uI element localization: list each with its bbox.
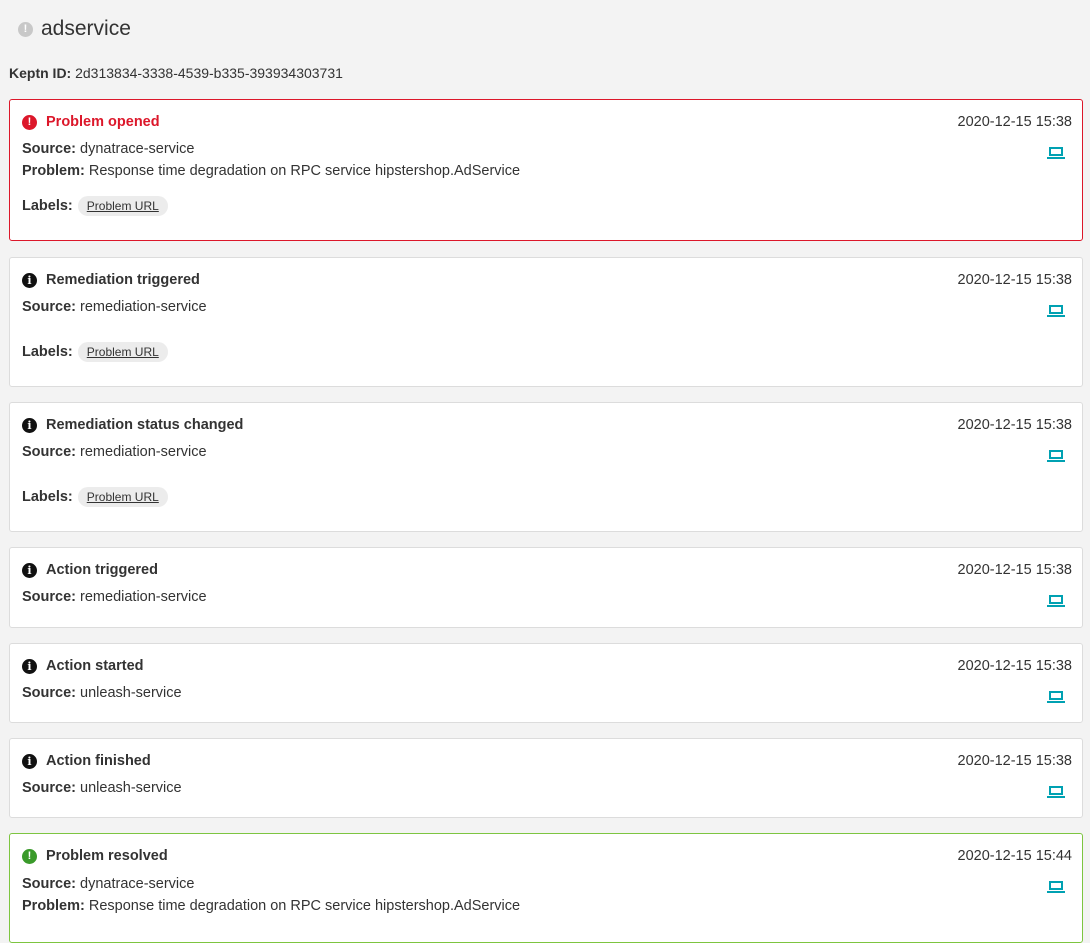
event-problem: Problem: Response time degradation on RP… [22, 898, 521, 914]
problem-url-link[interactable]: Problem URL [77, 342, 168, 362]
page-header: ! adservice [18, 17, 131, 41]
laptop-icon[interactable] [1047, 449, 1065, 463]
event-time: 2020-12-15 15:38 [957, 753, 1073, 769]
event-title: Problem resolved [46, 848, 168, 864]
event-source: Source: remediation-service [22, 444, 207, 460]
event-time: 2020-12-15 15:38 [957, 562, 1073, 578]
event-source: Source: remediation-service [22, 299, 207, 315]
event-card: i Action started 2020-12-15 15:38 Source… [9, 643, 1083, 723]
event-title: Action triggered [46, 562, 158, 578]
page-title: adservice [41, 17, 131, 40]
info-icon: i [22, 417, 37, 433]
event-time: 2020-12-15 15:38 [957, 417, 1073, 433]
event-time: 2020-12-15 15:38 [957, 272, 1073, 288]
event-source: Source: dynatrace-service [22, 141, 195, 157]
keptn-id-label: Keptn ID: [9, 65, 72, 81]
event-card: i Action finished 2020-12-15 15:38 Sourc… [9, 738, 1083, 818]
event-title: Remediation status changed [46, 417, 244, 433]
event-source: Source: unleash-service [22, 685, 182, 701]
event-card: ! Problem resolved 2020-12-15 15:44 Sour… [9, 833, 1083, 943]
event-source: Source: unleash-service [22, 780, 182, 796]
event-source: Source: remediation-service [22, 589, 207, 605]
event-source: Source: dynatrace-service [22, 876, 195, 892]
laptop-icon[interactable] [1047, 304, 1065, 318]
event-card: i Remediation status changed 2020-12-15 … [9, 402, 1083, 532]
laptop-icon[interactable] [1047, 594, 1065, 608]
event-time: 2020-12-15 15:38 [957, 658, 1073, 674]
laptop-icon[interactable] [1047, 146, 1065, 160]
event-time: 2020-12-15 15:38 [957, 114, 1073, 130]
event-title: Action finished [46, 753, 151, 769]
event-title: Remediation triggered [46, 272, 200, 288]
laptop-icon[interactable] [1047, 785, 1065, 799]
info-icon: i [22, 658, 37, 674]
event-title: Problem opened [46, 114, 160, 130]
success-icon: ! [22, 848, 37, 864]
info-icon: i [22, 753, 37, 769]
event-title: Action started [46, 658, 144, 674]
keptn-id: Keptn ID: 2d313834-3338-4539-b335-393934… [9, 65, 343, 81]
warning-icon: ! [18, 21, 33, 37]
event-card: ! Problem opened 2020-12-15 15:38 Source… [9, 99, 1083, 241]
event-card: i Action triggered 2020-12-15 15:38 Sour… [9, 547, 1083, 628]
error-icon: ! [22, 114, 37, 130]
event-labels: Labels: Problem URL [22, 487, 168, 507]
info-icon: i [22, 272, 37, 288]
laptop-icon[interactable] [1047, 690, 1065, 704]
keptn-id-value: 2d313834-3338-4539-b335-393934303731 [75, 65, 343, 81]
laptop-icon[interactable] [1047, 880, 1065, 894]
event-labels: Labels: Problem URL [22, 196, 168, 216]
event-problem: Problem: Response time degradation on RP… [22, 163, 521, 179]
event-card: i Remediation triggered 2020-12-15 15:38… [9, 257, 1083, 387]
event-time: 2020-12-15 15:44 [957, 848, 1073, 864]
problem-url-link[interactable]: Problem URL [77, 196, 168, 216]
event-labels: Labels: Problem URL [22, 342, 168, 362]
problem-url-link[interactable]: Problem URL [77, 487, 168, 507]
info-icon: i [22, 562, 37, 578]
